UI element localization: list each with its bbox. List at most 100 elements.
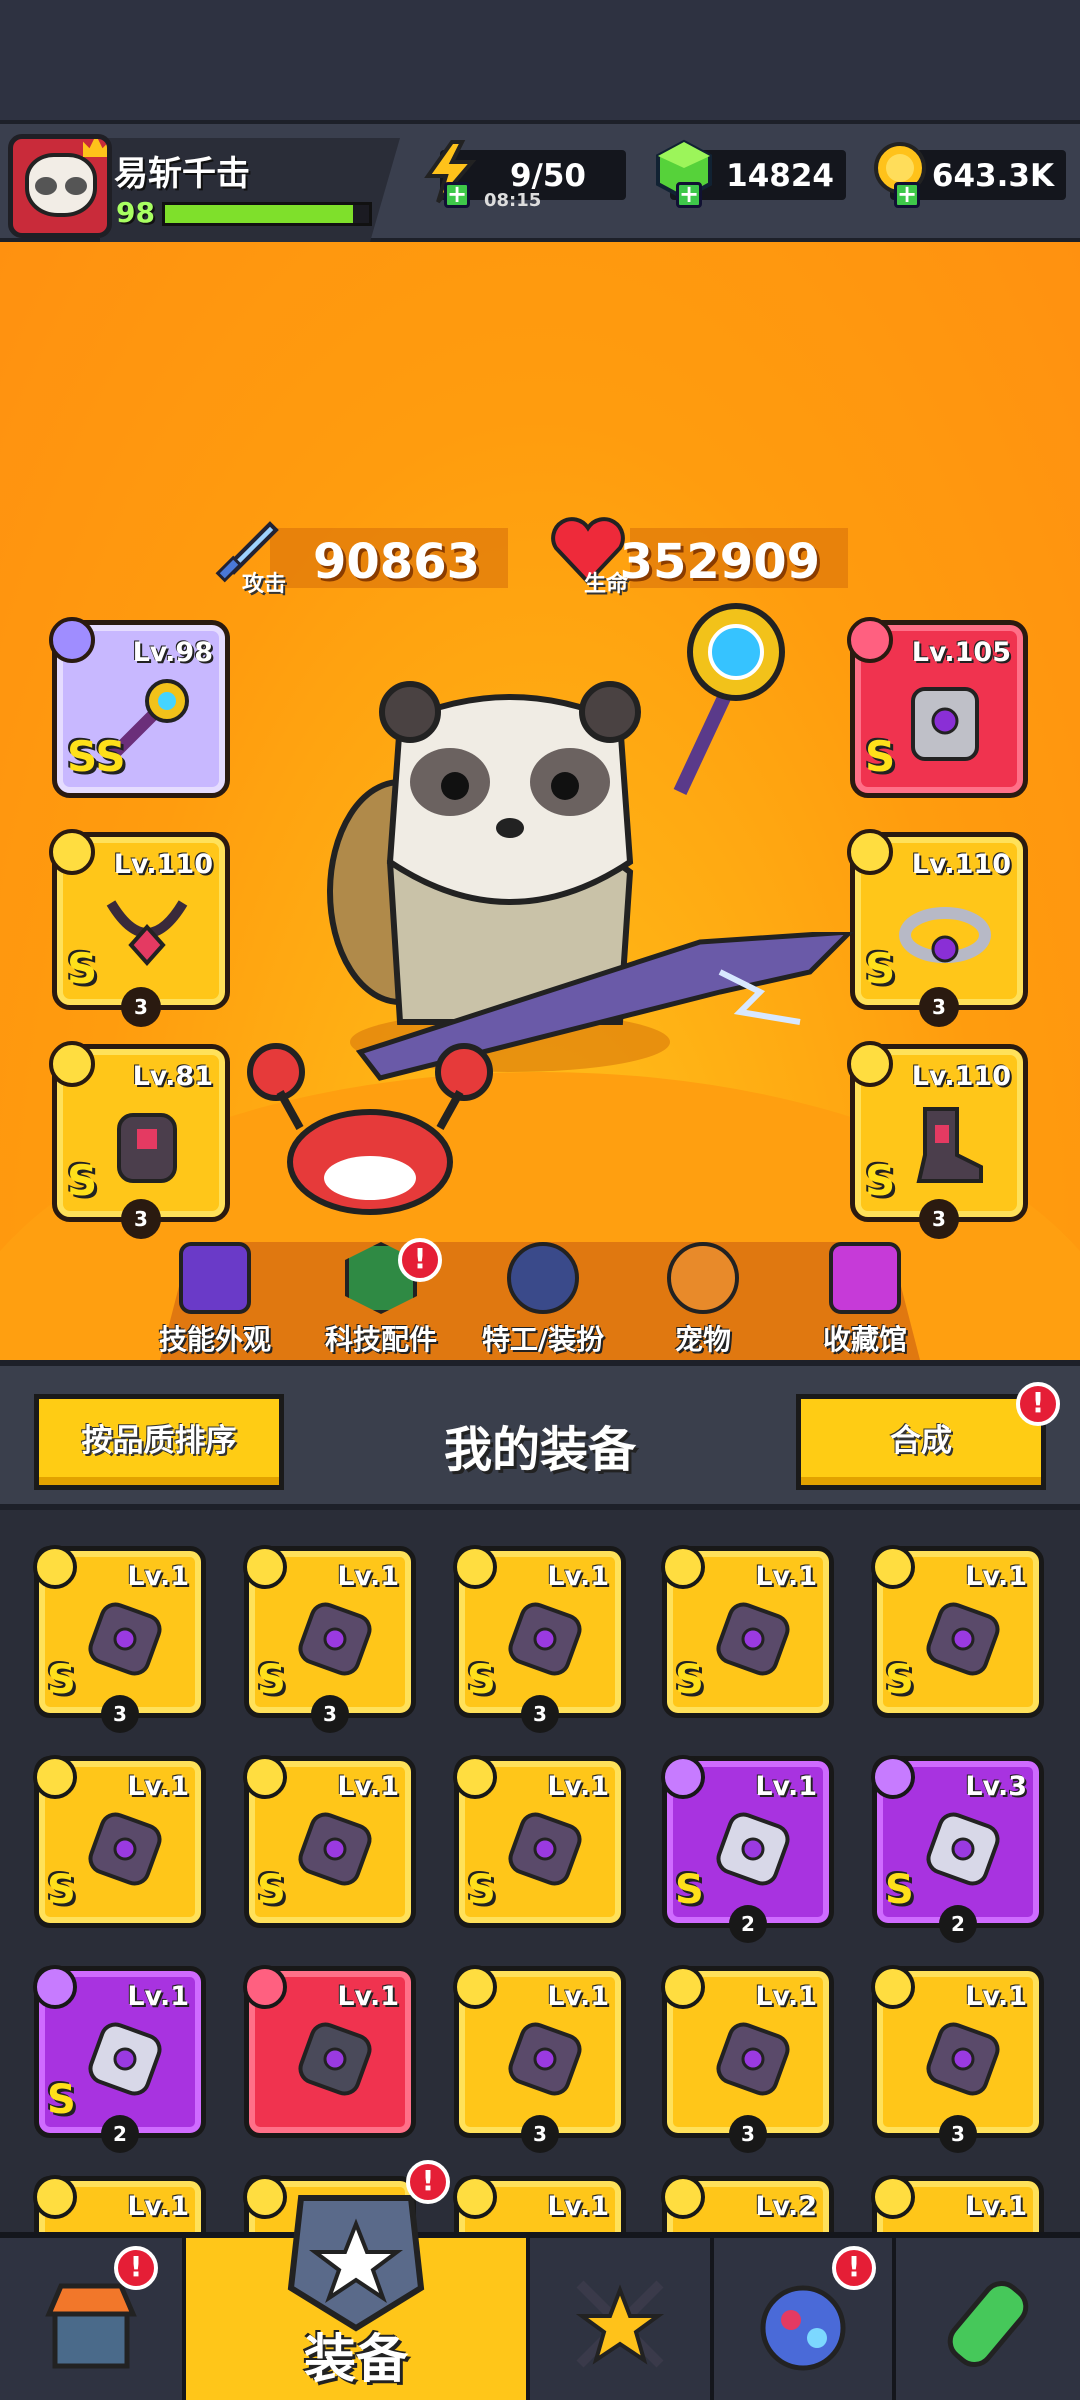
inventory-item[interactable]: Lv.1 S 3 — [243, 1545, 416, 1733]
dark-blade-icon — [88, 1602, 162, 1676]
tech-part-alert-badge: ! — [398, 1238, 442, 1282]
dna-capsule-icon — [947, 2281, 1029, 2367]
top-hud: 易斩千击 98 9/50 + 08:15 14824 + 643.3K + — [0, 120, 1080, 242]
dark-blade-icon — [298, 1602, 372, 1676]
item-count: 3 — [101, 1695, 139, 1733]
skill-skin-icon — [179, 1242, 251, 1314]
equipped-armor-slot[interactable]: Lv.105 S — [847, 617, 1028, 798]
item-type-icon — [33, 2175, 77, 2219]
hp-label: 生命 — [584, 572, 629, 597]
slot-grade: S — [67, 1156, 98, 1205]
inventory-item[interactable]: Lv.1 S — [243, 1755, 416, 1928]
player-name: 易斩千击 — [114, 154, 250, 194]
energy-value: 9/50 — [509, 158, 586, 194]
item-type-icon — [243, 1965, 287, 2009]
equipment-header: 按品质排序 我的装备 合成 ! — [0, 1360, 1080, 1510]
item-level: Lv.1 — [127, 1771, 189, 1802]
add-gems-button[interactable]: + — [676, 182, 702, 208]
item-level: Lv.1 — [337, 1981, 399, 2012]
gloves-icon — [117, 1113, 177, 1183]
inventory-item[interactable]: Lv.1 — [33, 2175, 206, 2232]
inventory-item[interactable]: Lv.1 S — [661, 1545, 834, 1718]
dark-armor-icon — [926, 1602, 1000, 1676]
inventory-item[interactable]: Lv.2 — [661, 2175, 834, 2232]
shop-alert-badge: ! — [114, 2246, 158, 2290]
crown-icon — [83, 139, 107, 157]
robot-armor-icon — [716, 1602, 790, 1676]
item-level: Lv.1 — [127, 1561, 189, 1592]
inventory-item[interactable]: Lv.1 S 2 — [33, 1965, 206, 2153]
slot-count: 3 — [121, 987, 161, 1027]
inventory-item[interactable]: Lv.3 S 2 — [871, 1755, 1044, 1943]
inventory-item[interactable]: Lv.1 3 — [871, 1965, 1044, 2153]
inventory-item[interactable]: Lv.1 — [871, 2175, 1044, 2232]
equipment-alert-badge: ! — [406, 2160, 450, 2204]
nav-shop[interactable]: ! — [0, 2238, 186, 2400]
inventory-item[interactable]: Lv.1 S 3 — [33, 1545, 206, 1733]
nav-equipment[interactable]: 装备 ! — [186, 2160, 530, 2400]
menu-tech-part[interactable]: 科技配件 ! — [306, 1238, 456, 1356]
menu-pet[interactable]: 宠物 — [628, 1242, 778, 1356]
equipped-boots-slot[interactable]: Lv.110 S 3 — [847, 1041, 1028, 1239]
energy-timer: 08:15 — [484, 190, 542, 211]
inventory-item[interactable]: Lv.1 S 3 — [453, 1545, 626, 1733]
boots-icon — [916, 1107, 983, 1183]
star-belt-icon — [926, 2022, 1000, 2096]
agent-icon — [507, 1242, 579, 1314]
equipped-necklace-slot[interactable]: Lv.110 S 3 — [49, 829, 230, 1027]
item-type-icon — [453, 1965, 497, 2009]
equipped-weapon-slot[interactable]: Lv.98 SS — [49, 617, 230, 798]
fire-sword-icon — [716, 1812, 790, 1886]
merge-button[interactable]: 合成 — [796, 1394, 1046, 1490]
nav-eggs[interactable]: ! — [714, 2238, 896, 2400]
menu-label: 特工/装扮 — [481, 1323, 605, 1356]
equipped-belt-slot[interactable]: Lv.110 S 3 — [847, 829, 1028, 1027]
item-count: 3 — [311, 1695, 349, 1733]
item-level: Lv.1 — [337, 1771, 399, 1802]
item-count: 2 — [101, 2115, 139, 2153]
item-level: Lv.1 — [127, 1981, 189, 2012]
avatar[interactable] — [8, 134, 112, 238]
inventory-item[interactable]: Lv.1 S — [33, 1755, 206, 1928]
inventory-item[interactable]: Lv.1 — [453, 2175, 626, 2232]
item-type-icon — [243, 1545, 287, 1589]
item-type-icon — [661, 1965, 705, 2009]
inventory-item[interactable]: Lv.1 S 2 — [661, 1755, 834, 1943]
item-type-icon — [871, 1755, 915, 1799]
item-count: 3 — [521, 2115, 559, 2153]
battle-star-icon — [575, 2280, 665, 2368]
item-count: 3 — [729, 2115, 767, 2153]
item-type-icon — [33, 1755, 77, 1799]
inventory-item[interactable]: Lv.1 3 — [661, 1965, 834, 2153]
lightning-staff-icon — [673, 603, 785, 795]
nav-battle[interactable] — [530, 2238, 714, 2400]
add-coins-button[interactable]: + — [894, 182, 920, 208]
equipped-gloves-slot[interactable]: Lv.81 S 3 — [49, 1041, 230, 1239]
crab-pet-icon — [247, 1043, 493, 1215]
item-count: 3 — [939, 2115, 977, 2153]
menu-agent[interactable]: 特工/装扮 — [468, 1242, 618, 1356]
menu-skill-skin[interactable]: 技能外观 — [140, 1242, 290, 1356]
item-level: Lv.1 — [547, 2191, 609, 2222]
slot-level: Lv.110 — [911, 849, 1011, 880]
coins-value: 643.3K — [931, 158, 1054, 194]
item-grade: S — [675, 1867, 704, 1913]
emerald-ring-icon — [508, 2022, 582, 2096]
item-count: 2 — [729, 1905, 767, 1943]
item-type-icon — [33, 1545, 77, 1589]
belt-icon — [915, 2221, 1011, 2232]
inventory-item[interactable]: Lv.1 S — [453, 1755, 626, 1928]
item-level: Lv.1 — [337, 1561, 399, 1592]
inventory-item[interactable]: Lv.1 S — [871, 1545, 1044, 1718]
item-grade: S — [885, 1657, 914, 1703]
inventory-item[interactable]: Lv.1 3 — [453, 1965, 626, 2153]
inventory-item[interactable]: Lv.1 — [243, 1965, 416, 2138]
item-level: Lv.1 — [965, 1981, 1027, 2012]
dark-armor-icon — [88, 1812, 162, 1886]
menu-collection[interactable]: 收藏馆 — [790, 1242, 940, 1356]
add-energy-button[interactable]: + — [444, 182, 470, 208]
slot-grade: SS — [67, 732, 126, 781]
sort-by-quality-button[interactable]: 按品质排序 — [34, 1394, 284, 1490]
merge-alert-badge: ! — [1016, 1382, 1060, 1426]
nav-dna[interactable] — [896, 2238, 1080, 2400]
